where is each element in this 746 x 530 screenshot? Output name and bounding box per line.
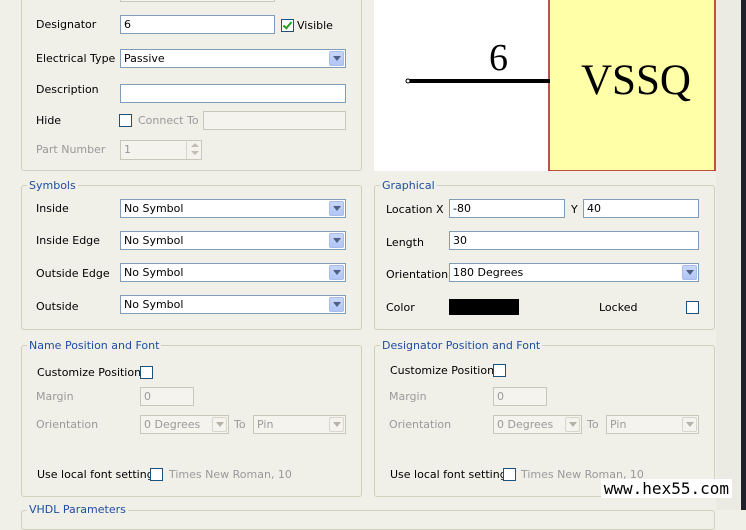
name-field-partial (120, 0, 275, 2)
inside-value: No Symbol (124, 202, 184, 215)
electrical-type-label: Electrical Type (36, 52, 116, 65)
hide-label: Hide (36, 114, 62, 127)
name-to-select[interactable]: Pin (253, 415, 346, 434)
length-label: Length (386, 236, 424, 249)
name-margin-input[interactable]: 0 (140, 387, 194, 406)
designator-customize-label: Customize Position (390, 364, 495, 377)
designator-to-value: Pin (610, 418, 627, 431)
location-x-input[interactable]: -80 (449, 199, 565, 218)
location-y-label: Y (571, 203, 578, 216)
chevron-down-icon[interactable] (329, 51, 344, 66)
designator-font-checkbox[interactable] (503, 468, 516, 481)
length-input[interactable]: 30 (449, 231, 699, 250)
orientation-value: 180 Degrees (453, 266, 524, 279)
chevron-down-icon[interactable] (682, 417, 697, 432)
part-number-spinner[interactable] (186, 140, 201, 159)
visible-checkbox[interactable] (281, 19, 294, 32)
location-x-label: X (436, 203, 444, 216)
name-to-label: To (234, 418, 246, 431)
electrical-type-value: Passive (124, 52, 165, 65)
component-name-text: VSSQ (581, 57, 691, 104)
color-label: Color (386, 301, 415, 314)
hide-checkbox[interactable] (119, 114, 132, 127)
description-label: Description (36, 83, 99, 96)
name-position-title: Name Position and Font (27, 339, 162, 352)
inside-edge-label: Inside Edge (36, 234, 100, 247)
description-input[interactable] (120, 84, 346, 103)
name-font-value: Times New Roman, 10 (169, 468, 292, 481)
graphical-title: Graphical (380, 179, 437, 192)
location-y-input[interactable]: 40 (583, 199, 699, 218)
designator-orientation-select[interactable]: 0 Degrees (493, 415, 582, 434)
electrical-type-select[interactable]: Passive (120, 49, 346, 68)
outside-edge-value: No Symbol (124, 266, 184, 279)
chevron-down-icon[interactable] (329, 265, 344, 280)
chevron-down-icon[interactable] (682, 265, 697, 280)
right-panel-strip (716, 0, 741, 510)
outside-value: No Symbol (124, 298, 184, 311)
designator-to-label: To (587, 418, 599, 431)
outside-select[interactable]: No Symbol (120, 295, 346, 314)
outside-edge-label: Outside Edge (36, 267, 110, 280)
orientation-select[interactable]: 180 Degrees (449, 263, 699, 282)
name-to-value: Pin (257, 418, 274, 431)
inside-select[interactable]: No Symbol (120, 199, 346, 218)
chevron-down-icon[interactable] (565, 417, 580, 432)
chevron-down-icon[interactable] (329, 297, 344, 312)
name-orientation-label: Orientation (36, 418, 99, 431)
designator-input[interactable]: 6 (120, 15, 275, 34)
name-orientation-value: 0 Degrees (144, 418, 201, 431)
location-label: Location (386, 203, 433, 216)
visible-label: Visible (297, 19, 333, 32)
pin-preview: 6 VSSQ (374, 0, 716, 171)
designator-orientation-label: Orientation (389, 418, 452, 431)
connect-to-input[interactable] (203, 111, 346, 130)
color-swatch[interactable] (449, 299, 519, 315)
name-font-checkbox[interactable] (150, 468, 163, 481)
chevron-down-icon[interactable] (329, 233, 344, 248)
outside-label: Outside (36, 300, 79, 313)
chevron-down-icon[interactable] (329, 417, 344, 432)
locked-label: Locked (599, 301, 638, 314)
pin-number-text: 6 (489, 37, 508, 79)
designator-label: Designator (36, 18, 97, 31)
designator-orientation-value: 0 Degrees (497, 418, 554, 431)
watermark-text: www.hex55.com (600, 479, 732, 498)
chevron-down-icon[interactable] (212, 417, 227, 432)
locked-checkbox[interactable] (686, 301, 699, 314)
name-customize-checkbox[interactable] (140, 366, 153, 379)
window-edge (741, 0, 746, 510)
designator-margin-label: Margin (389, 390, 427, 403)
chevron-down-icon[interactable] (329, 201, 344, 216)
inside-label: Inside (36, 202, 69, 215)
name-font-label: Use local font setting (37, 468, 154, 481)
designator-position-title: Designator Position and Font (380, 339, 543, 352)
inside-edge-select[interactable]: No Symbol (120, 231, 346, 250)
designator-to-select[interactable]: Pin (606, 415, 699, 434)
designator-margin-input[interactable]: 0 (493, 387, 547, 406)
name-customize-label: Customize Position (37, 366, 142, 379)
outside-edge-select[interactable]: No Symbol (120, 263, 346, 282)
connect-to-label: Connect To (138, 114, 199, 127)
designator-font-label: Use local font setting (390, 468, 507, 481)
pin-hotspot (405, 78, 411, 84)
part-number-label: Part Number (36, 143, 106, 156)
name-orientation-select[interactable]: 0 Degrees (140, 415, 229, 434)
symbols-title: Symbols (27, 179, 78, 192)
designator-customize-checkbox[interactable] (493, 364, 506, 377)
orientation-label: Orientation (386, 268, 449, 281)
inside-edge-value: No Symbol (124, 234, 184, 247)
name-margin-label: Margin (36, 390, 74, 403)
